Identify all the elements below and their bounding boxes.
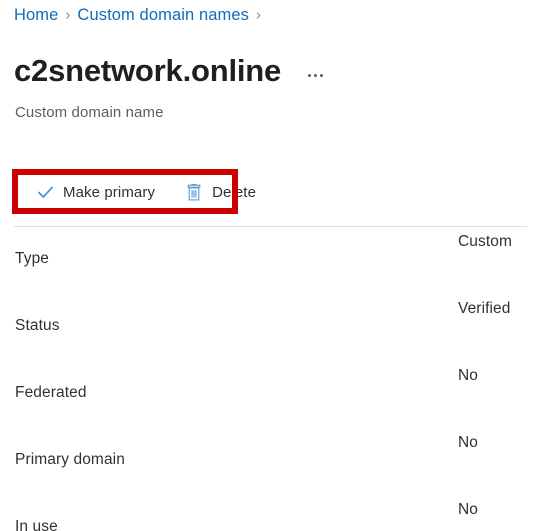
property-label: Primary domain <box>15 451 125 468</box>
property-row-federated: Federated No <box>0 366 543 433</box>
property-row-primary-domain: Primary domain No <box>0 433 543 500</box>
page-title: c2snetwork.online <box>14 53 282 88</box>
property-value: Custom <box>458 233 513 250</box>
breadcrumb-item-home[interactable]: Home <box>14 6 58 25</box>
property-value: No <box>458 367 479 384</box>
ellipsis-icon[interactable] <box>304 68 327 83</box>
make-primary-button[interactable]: Make primary <box>28 176 163 208</box>
breadcrumb: Home › Custom domain names › <box>14 3 268 27</box>
property-value: No <box>458 434 479 451</box>
property-value: Verified <box>458 300 511 317</box>
property-label: In use <box>15 518 58 531</box>
page-subtitle: Custom domain name <box>15 104 164 121</box>
breadcrumb-item-custom-domain-names[interactable]: Custom domain names <box>77 6 249 25</box>
property-label: Federated <box>15 384 87 401</box>
ellipsis-dot <box>308 73 312 77</box>
breadcrumb-separator-icon: › <box>65 6 71 23</box>
ellipsis-dot <box>314 73 318 77</box>
command-bar: Make primary Delete <box>0 176 543 208</box>
property-row-status: Status Verified <box>0 299 543 366</box>
checkmark-icon <box>36 183 54 201</box>
custom-domain-details-page: Home › Custom domain names › c2snetwork.… <box>0 0 543 531</box>
property-row-in-use: In use No <box>0 500 543 531</box>
title-row: c2snetwork.online <box>14 51 327 91</box>
breadcrumb-separator-icon-trailing: › <box>255 6 261 23</box>
property-value: No <box>458 501 479 518</box>
trash-icon <box>185 183 203 201</box>
section-divider <box>14 226 527 227</box>
delete-label: Delete <box>212 183 257 201</box>
make-primary-label: Make primary <box>63 183 156 201</box>
property-label: Type <box>15 250 50 267</box>
properties-list: Type Custom Status Verified Federated No… <box>0 232 543 531</box>
ellipsis-dot <box>320 73 324 77</box>
property-label: Status <box>15 317 60 334</box>
delete-button[interactable]: Delete <box>177 176 264 208</box>
property-row-type: Type Custom <box>0 232 543 299</box>
